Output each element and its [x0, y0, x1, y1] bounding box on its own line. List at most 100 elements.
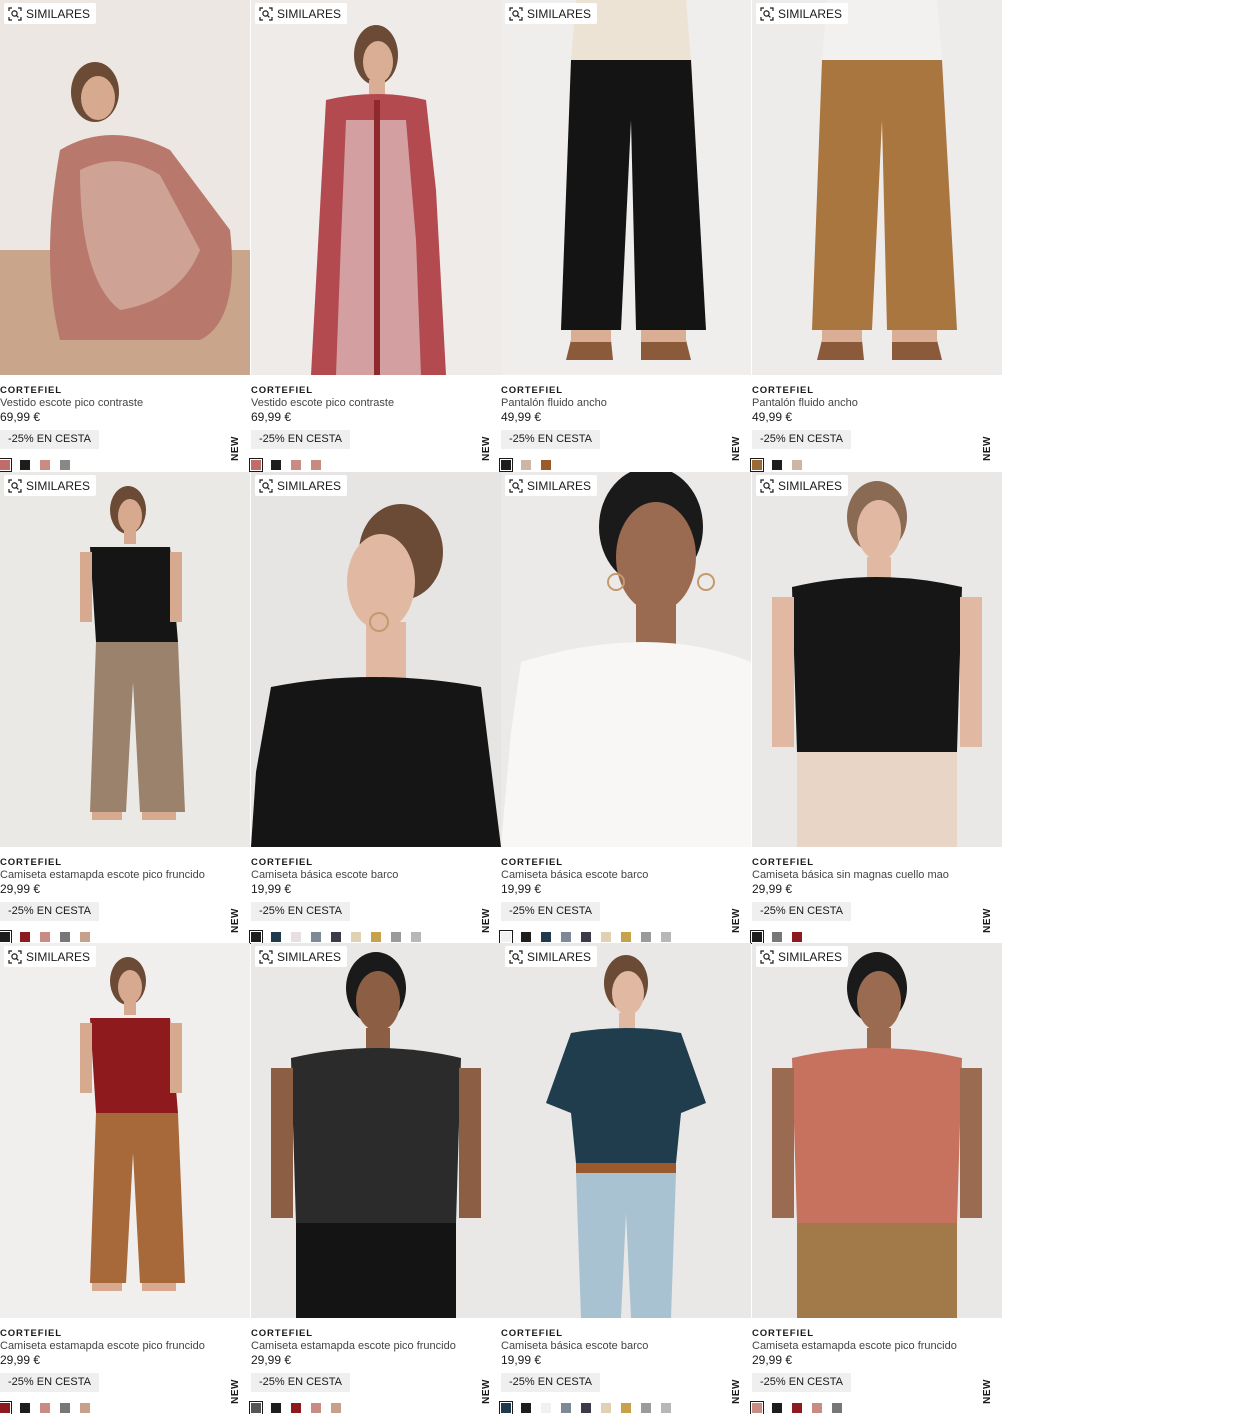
- color-swatch[interactable]: [621, 1403, 631, 1413]
- color-swatch[interactable]: [249, 1401, 263, 1414]
- color-swatch[interactable]: [291, 460, 301, 470]
- color-swatch[interactable]: [40, 1403, 50, 1413]
- color-swatch[interactable]: [20, 1403, 30, 1413]
- color-swatch[interactable]: [641, 932, 651, 942]
- color-swatch[interactable]: [311, 460, 321, 470]
- similar-button[interactable]: SIMILARES: [4, 3, 97, 24]
- color-swatch[interactable]: [331, 1403, 341, 1413]
- color-swatch[interactable]: [391, 932, 401, 942]
- color-swatch[interactable]: [750, 1401, 764, 1414]
- similar-button[interactable]: SIMILARES: [4, 946, 97, 967]
- product-name[interactable]: Camiseta básica escote barco: [501, 869, 648, 881]
- product-card[interactable]: SIMILARES NEW CORTEFIEL Camiseta estamap…: [0, 943, 250, 1414]
- color-swatch[interactable]: [521, 1403, 531, 1413]
- color-swatch[interactable]: [0, 458, 12, 472]
- color-swatch[interactable]: [521, 460, 531, 470]
- color-swatch[interactable]: [40, 460, 50, 470]
- similar-button[interactable]: SIMILARES: [505, 946, 598, 967]
- color-swatch[interactable]: [581, 1403, 591, 1413]
- product-name[interactable]: Camiseta básica escote barco: [501, 1340, 648, 1352]
- color-swatch[interactable]: [20, 932, 30, 942]
- color-swatch[interactable]: [40, 932, 50, 942]
- product-photo[interactable]: [501, 943, 751, 1318]
- product-name[interactable]: Vestido escote pico contraste: [251, 397, 394, 409]
- color-swatch[interactable]: [792, 460, 802, 470]
- color-swatch[interactable]: [20, 460, 30, 470]
- product-card[interactable]: SIMILARES NEW CORTEFIEL Pantalón fluido …: [499, 0, 751, 472]
- color-swatch[interactable]: [371, 932, 381, 942]
- product-card[interactable]: SIMILARES NEW CORTEFIEL Vestido escote p…: [0, 0, 250, 472]
- color-swatch[interactable]: [60, 932, 70, 942]
- color-swatch[interactable]: [601, 1403, 611, 1413]
- product-card[interactable]: SIMILARES NEW CORTEFIEL Camiseta básica …: [750, 472, 1002, 944]
- color-swatch[interactable]: [80, 932, 90, 942]
- color-swatch[interactable]: [0, 1401, 12, 1414]
- product-name[interactable]: Pantalón fluido ancho: [501, 397, 607, 409]
- product-photo[interactable]: [501, 0, 751, 375]
- color-swatch[interactable]: [249, 930, 263, 944]
- color-swatch[interactable]: [291, 932, 301, 942]
- similar-button[interactable]: SIMILARES: [756, 3, 849, 24]
- color-swatch[interactable]: [621, 932, 631, 942]
- product-name[interactable]: Camiseta estamapda escote pico fruncido: [752, 1340, 957, 1352]
- product-name[interactable]: Camiseta estamapda escote pico fruncido: [0, 1340, 205, 1352]
- product-card[interactable]: SIMILARES NEW CORTEFIEL Camiseta estamap…: [0, 472, 250, 944]
- product-name[interactable]: Pantalón fluido ancho: [752, 397, 858, 409]
- product-photo[interactable]: [752, 472, 1002, 847]
- product-photo[interactable]: [0, 943, 250, 1318]
- color-swatch[interactable]: [541, 1403, 551, 1413]
- color-swatch[interactable]: [772, 460, 782, 470]
- product-card[interactable]: SIMILARES NEW CORTEFIEL Vestido escote p…: [249, 0, 501, 472]
- color-swatch[interactable]: [311, 932, 321, 942]
- product-photo[interactable]: [251, 943, 501, 1318]
- color-swatch[interactable]: [271, 1403, 281, 1413]
- product-card[interactable]: SIMILARES NEW CORTEFIEL Pantalón fluido …: [750, 0, 1002, 472]
- product-card[interactable]: SIMILARES NEW CORTEFIEL Camiseta estamap…: [750, 943, 1002, 1414]
- product-name[interactable]: Camiseta básica sin magnas cuello mao: [752, 869, 949, 881]
- similar-button[interactable]: SIMILARES: [756, 475, 849, 496]
- similar-button[interactable]: SIMILARES: [505, 475, 598, 496]
- color-swatch[interactable]: [750, 458, 764, 472]
- similar-button[interactable]: SIMILARES: [255, 946, 348, 967]
- color-swatch[interactable]: [641, 1403, 651, 1413]
- product-name[interactable]: Camiseta básica escote barco: [251, 869, 398, 881]
- product-photo[interactable]: [251, 0, 501, 375]
- color-swatch[interactable]: [541, 460, 551, 470]
- color-swatch[interactable]: [499, 930, 513, 944]
- similar-button[interactable]: SIMILARES: [4, 475, 97, 496]
- product-card[interactable]: SIMILARES NEW CORTEFIEL Camiseta estamap…: [249, 943, 501, 1414]
- color-swatch[interactable]: [772, 932, 782, 942]
- product-name[interactable]: Camiseta estamapda escote pico fruncido: [251, 1340, 456, 1352]
- color-swatch[interactable]: [581, 932, 591, 942]
- product-card[interactable]: SIMILARES NEW CORTEFIEL Camiseta básica …: [499, 943, 751, 1414]
- color-swatch[interactable]: [661, 1403, 671, 1413]
- color-swatch[interactable]: [249, 458, 263, 472]
- color-swatch[interactable]: [792, 932, 802, 942]
- product-photo[interactable]: [0, 472, 250, 847]
- color-swatch[interactable]: [561, 932, 571, 942]
- product-photo[interactable]: [251, 472, 501, 847]
- product-photo[interactable]: [501, 472, 751, 847]
- color-swatch[interactable]: [411, 932, 421, 942]
- color-swatch[interactable]: [0, 930, 12, 944]
- color-swatch[interactable]: [601, 932, 611, 942]
- color-swatch[interactable]: [541, 932, 551, 942]
- similar-button[interactable]: SIMILARES: [255, 3, 348, 24]
- similar-button[interactable]: SIMILARES: [505, 3, 598, 24]
- color-swatch[interactable]: [291, 1403, 301, 1413]
- color-swatch[interactable]: [661, 932, 671, 942]
- color-swatch[interactable]: [521, 932, 531, 942]
- product-name[interactable]: Camiseta estamapda escote pico fruncido: [0, 869, 205, 881]
- color-swatch[interactable]: [311, 1403, 321, 1413]
- product-photo[interactable]: [752, 943, 1002, 1318]
- color-swatch[interactable]: [499, 1401, 513, 1414]
- color-swatch[interactable]: [499, 458, 513, 472]
- product-photo[interactable]: [0, 0, 250, 375]
- product-photo[interactable]: [752, 0, 1002, 375]
- color-swatch[interactable]: [271, 932, 281, 942]
- color-swatch[interactable]: [331, 932, 341, 942]
- color-swatch[interactable]: [832, 1403, 842, 1413]
- product-name[interactable]: Vestido escote pico contraste: [0, 397, 143, 409]
- color-swatch[interactable]: [792, 1403, 802, 1413]
- color-swatch[interactable]: [561, 1403, 571, 1413]
